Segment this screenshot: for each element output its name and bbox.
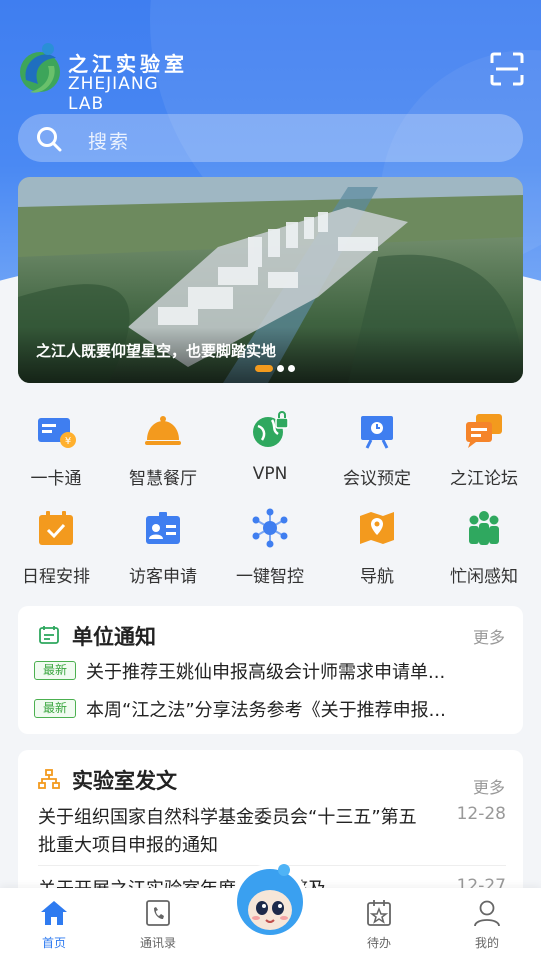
meeting-board-icon — [361, 416, 393, 449]
network-hub-icon — [252, 508, 288, 548]
service-schedule[interactable]: 日程安排 — [2, 500, 110, 588]
banner-caption: 之江人既要仰望星空，也要脚踏实地 — [36, 342, 277, 360]
notice-item-text: 关于推荐王姚仙申报高级会计师需求申请单... — [86, 662, 446, 683]
banner-carousel[interactable]: 之江人既要仰望星空，也要脚踏实地 — [18, 177, 523, 383]
service-meeting[interactable]: 会议预定 — [323, 402, 431, 490]
tab-profile[interactable]: 我的 — [433, 888, 541, 960]
tab-home[interactable]: 首页 — [0, 888, 108, 960]
service-forum[interactable]: 之江论坛 — [430, 402, 538, 490]
document-title: 关于组织国家自然科学基金委员会“十三五”第五批重大项目申报的通知 — [38, 807, 417, 856]
profile-icon — [474, 900, 500, 927]
scan-icon[interactable] — [490, 52, 524, 86]
service-label: 一卡通 — [30, 469, 82, 489]
chat-bubbles-icon — [466, 414, 502, 448]
calendar-check-icon — [39, 511, 73, 545]
service-dining[interactable]: 智慧餐厅 — [109, 402, 217, 490]
service-label: 忙闲感知 — [450, 567, 518, 587]
service-label: 会议预定 — [343, 469, 411, 489]
notice-icon — [39, 626, 59, 644]
carousel-dot-1[interactable] — [255, 365, 273, 372]
service-visitor[interactable]: 访客申请 — [109, 500, 217, 588]
tab-label: 我的 — [474, 936, 499, 950]
globe-lock-icon — [253, 411, 289, 447]
mascot-icon[interactable] — [230, 858, 310, 942]
phone-book-icon — [146, 900, 170, 926]
service-label: 日程安排 — [22, 567, 90, 587]
visitor-badge-icon — [146, 512, 180, 544]
new-badge: 最新 — [34, 699, 76, 718]
notice-title: 单位通知 — [72, 625, 156, 649]
carousel-indicator[interactable] — [255, 365, 315, 373]
tab-label: 通讯录 — [139, 936, 176, 950]
brand-name-en: ZHEJIANG LAB — [68, 74, 159, 114]
documents-more-link[interactable]: 更多 — [473, 774, 505, 798]
notice-card: 单位通知 更多 最新 关于推荐王姚仙申报高级会计师需求申请单... 最新 本周“… — [18, 606, 523, 734]
document-date: 12-28 — [456, 804, 506, 824]
service-label: 访客申请 — [129, 567, 197, 587]
tab-contacts[interactable]: 通讯录 — [104, 888, 212, 960]
notice-item-text: 本周“江之法”分享法务参考《关于推荐申报... — [86, 700, 446, 721]
tab-label: 待办 — [366, 936, 391, 950]
document-item[interactable]: 关于组织国家自然科学基金委员会“十三五”第五批重大项目申报的通知 12-28 — [38, 804, 506, 860]
svg-text:¥: ¥ — [65, 436, 71, 447]
org-chart-icon — [38, 769, 60, 789]
service-label: 一键智控 — [236, 567, 304, 587]
map-pin-icon — [360, 512, 394, 544]
card-icon: ¥ — [38, 418, 76, 448]
zhejiang-lab-logo-icon — [20, 43, 60, 93]
service-label: 导航 — [360, 567, 394, 587]
brand-name-cn: 之江实验室 — [68, 52, 188, 76]
notice-item[interactable]: 最新 关于推荐王姚仙申报高级会计师需求申请单... — [34, 658, 509, 683]
service-smart-control[interactable]: 一键智控 — [216, 500, 324, 588]
new-badge: 最新 — [34, 661, 76, 680]
notice-more-link[interactable]: 更多 — [473, 624, 505, 648]
service-availability[interactable]: 忙闲感知 — [430, 500, 538, 588]
service-label: 智慧餐厅 — [129, 469, 197, 489]
service-vpn[interactable]: VPN — [216, 402, 324, 490]
people-icon — [469, 511, 499, 545]
dining-bell-icon — [145, 416, 181, 445]
search-placeholder: 搜索 — [88, 131, 131, 153]
carousel-dot-3[interactable] — [288, 365, 295, 372]
search-icon — [37, 127, 62, 152]
search-bar[interactable]: 搜索 — [18, 114, 523, 162]
service-navigation[interactable]: 导航 — [323, 500, 431, 588]
tab-todo[interactable]: 待办 — [325, 888, 433, 960]
todo-star-icon — [367, 900, 391, 926]
brand-logo: 之江实验室 ZHEJIANG LAB — [18, 40, 198, 114]
documents-title: 实验室发文 — [72, 769, 177, 793]
home-icon — [41, 901, 67, 925]
notice-item[interactable]: 最新 本周“江之法”分享法务参考《关于推荐申报... — [34, 696, 509, 721]
carousel-dot-2[interactable] — [277, 365, 284, 372]
service-label: 之江论坛 — [450, 469, 518, 489]
service-card[interactable]: ¥ 一卡通 — [2, 402, 110, 490]
service-label: VPN — [252, 464, 288, 484]
tab-label: 首页 — [41, 936, 66, 950]
